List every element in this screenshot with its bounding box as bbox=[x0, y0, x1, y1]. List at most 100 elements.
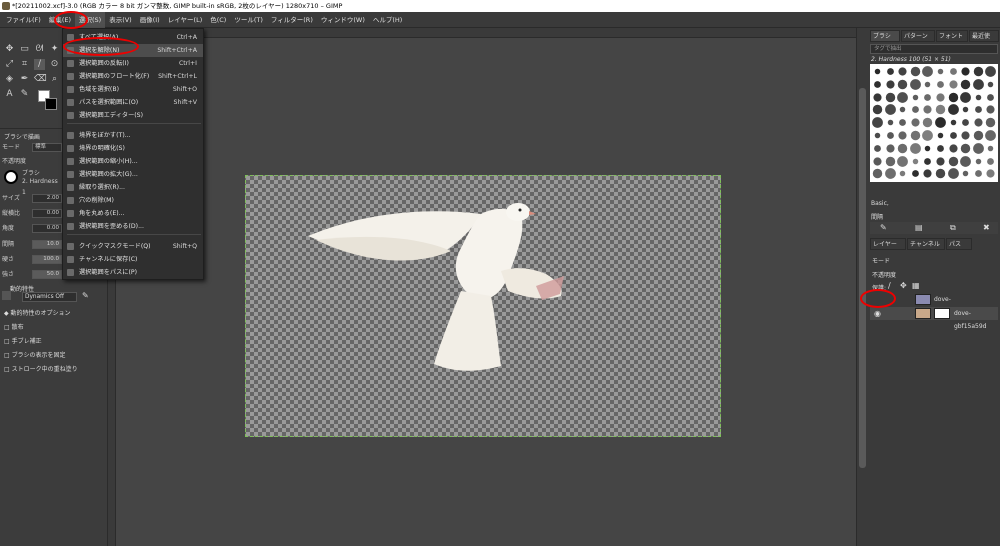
menu-item[interactable]: 縁取り選択(R)... bbox=[63, 181, 203, 194]
brush-preset[interactable] bbox=[884, 104, 896, 116]
brush-preset[interactable] bbox=[975, 94, 982, 100]
scatter-checkbox[interactable]: □ 散布 bbox=[4, 322, 24, 331]
brush-preset[interactable] bbox=[925, 145, 931, 152]
brush-preset[interactable] bbox=[922, 66, 934, 77]
brush-preset[interactable] bbox=[898, 131, 907, 140]
menu-item[interactable]: 選択範囲のフロート化(F) Shift+Ctrl+L bbox=[63, 70, 203, 83]
brush-preset[interactable] bbox=[937, 68, 944, 75]
brush-preset[interactable] bbox=[874, 80, 881, 88]
menu-item[interactable]: クイックマスクモード(Q) Shift+Q bbox=[63, 240, 203, 253]
menu-filters[interactable]: フィルター(R) bbox=[267, 12, 317, 28]
angle-field[interactable]: 0.00 bbox=[32, 224, 62, 233]
menu-layer[interactable]: レイヤー(L) bbox=[164, 12, 207, 28]
brush-preset[interactable] bbox=[950, 119, 956, 126]
brush-preset[interactable] bbox=[960, 143, 971, 154]
smooth-checkbox[interactable]: □ 手ブレ補正 bbox=[4, 336, 42, 345]
duplicate-brush-icon[interactable]: ⧉ bbox=[950, 223, 956, 233]
lock-pixels-icon[interactable]: ∕ bbox=[888, 281, 891, 290]
zoom-tool-icon[interactable]: ⌕ bbox=[49, 74, 60, 85]
edit-brush-icon[interactable]: ✎ bbox=[880, 223, 887, 232]
brush-preset[interactable] bbox=[884, 168, 896, 180]
brush-preset[interactable] bbox=[872, 117, 883, 129]
rect-select-tool-icon[interactable]: ▭ bbox=[19, 44, 30, 55]
brush-preset[interactable] bbox=[972, 78, 984, 90]
color-picker-tool-icon[interactable]: ✎ bbox=[19, 89, 30, 100]
brush-preset[interactable] bbox=[911, 118, 920, 127]
brush-grid[interactable] bbox=[870, 64, 998, 182]
tab-channels[interactable]: チャンネル bbox=[907, 238, 945, 250]
crop-tool-icon[interactable]: ⌗ bbox=[19, 59, 30, 70]
brush-preset[interactable] bbox=[986, 117, 996, 128]
brush-preset[interactable] bbox=[873, 93, 882, 102]
brush-preset[interactable] bbox=[874, 132, 881, 139]
brush-preset[interactable] bbox=[885, 92, 895, 102]
tab-layers[interactable]: レイヤー bbox=[870, 238, 906, 250]
brush-preset[interactable] bbox=[909, 78, 921, 90]
tab-paths[interactable]: パス bbox=[946, 238, 972, 250]
brush-preset[interactable] bbox=[910, 130, 921, 141]
brush-preset[interactable] bbox=[899, 107, 906, 113]
brush-preset[interactable] bbox=[972, 142, 984, 154]
brush-preset[interactable] bbox=[936, 157, 945, 166]
brush-preset[interactable] bbox=[974, 118, 983, 127]
brush-preset[interactable] bbox=[985, 66, 997, 77]
brush-preset[interactable] bbox=[922, 130, 934, 141]
menu-image[interactable]: 画像(I) bbox=[136, 12, 164, 28]
menu-item[interactable]: 角を丸める(E)... bbox=[63, 207, 203, 220]
brush-preset[interactable] bbox=[960, 155, 972, 167]
hardness-field[interactable]: 100.0 bbox=[32, 255, 62, 264]
brush-preset[interactable] bbox=[937, 144, 944, 152]
move-tool-icon[interactable]: ✥ bbox=[4, 44, 15, 55]
dynamics-select[interactable]: Dynamics Off bbox=[22, 292, 77, 302]
brush-preset[interactable] bbox=[886, 132, 894, 139]
brush-preset[interactable] bbox=[897, 79, 908, 90]
menu-help[interactable]: ヘルプ(H) bbox=[369, 12, 406, 28]
brush-preset[interactable] bbox=[949, 144, 958, 153]
brush-preset[interactable] bbox=[962, 107, 969, 113]
paintbrush-tool-icon[interactable]: ∕ bbox=[34, 59, 45, 70]
layer-row[interactable]: ◉ dove-gbf15a59d bbox=[870, 307, 998, 330]
menu-colors[interactable]: 色(C) bbox=[206, 12, 230, 28]
brush-preset[interactable] bbox=[924, 157, 932, 165]
menu-item[interactable]: 選択範囲の拡大(G)... bbox=[63, 168, 203, 181]
brush-preset[interactable] bbox=[885, 156, 895, 166]
brush-preset[interactable] bbox=[974, 106, 982, 114]
force-field[interactable]: 50.0 bbox=[32, 270, 62, 279]
eraser-tool-icon[interactable]: ⌫ bbox=[34, 74, 47, 85]
vertical-scrollbar[interactable] bbox=[856, 28, 868, 546]
menu-tools[interactable]: ツール(T) bbox=[230, 12, 267, 28]
brush-preset[interactable] bbox=[987, 157, 995, 165]
transform-tool-icon[interactable]: ⤢ bbox=[4, 59, 15, 70]
brush-preset[interactable] bbox=[935, 105, 946, 115]
spacing-field[interactable]: 10.0 bbox=[32, 240, 62, 249]
menu-item[interactable]: チャンネルに保存(C) bbox=[63, 253, 203, 266]
brush-preset[interactable] bbox=[987, 93, 995, 101]
brush-preset[interactable] bbox=[911, 170, 919, 178]
lock-alpha-icon[interactable]: ▦ bbox=[912, 281, 920, 290]
brush-preset[interactable] bbox=[899, 171, 906, 177]
tab-brushes[interactable]: ブラシ bbox=[870, 30, 900, 42]
brush-preset[interactable] bbox=[973, 66, 984, 77]
brush-preset[interactable] bbox=[973, 130, 984, 141]
brush-preset[interactable] bbox=[897, 143, 908, 154]
brush-preset[interactable] bbox=[947, 104, 959, 116]
menu-item[interactable]: 選択範囲の反転(I) Ctrl+I bbox=[63, 57, 203, 70]
brush-preset[interactable] bbox=[923, 169, 932, 178]
tab-fonts[interactable]: フォント bbox=[936, 30, 968, 42]
menu-item[interactable]: 穴の削除(M) bbox=[63, 194, 203, 207]
path-tool-icon[interactable]: ✒ bbox=[19, 74, 30, 85]
new-brush-icon[interactable]: ▤ bbox=[915, 223, 923, 232]
brush-preset[interactable] bbox=[887, 119, 893, 126]
clone-tool-icon[interactable]: ⊙ bbox=[49, 59, 60, 70]
menu-item[interactable]: 選択範囲を歪める(D)... bbox=[63, 220, 203, 233]
brush-preset[interactable] bbox=[937, 80, 944, 88]
brush-preset[interactable] bbox=[960, 79, 971, 90]
brush-preset[interactable] bbox=[912, 94, 919, 100]
scrollbar-thumb[interactable] bbox=[859, 88, 866, 468]
brush-preset[interactable] bbox=[961, 67, 970, 76]
image-canvas[interactable] bbox=[245, 175, 721, 437]
bucket-fill-tool-icon[interactable]: ◈ bbox=[4, 74, 15, 85]
brush-tag-filter-input[interactable]: タグで抽出 bbox=[870, 44, 998, 54]
menu-item[interactable]: 選択範囲の縮小(H)... bbox=[63, 155, 203, 168]
brush-preset[interactable] bbox=[923, 105, 932, 114]
